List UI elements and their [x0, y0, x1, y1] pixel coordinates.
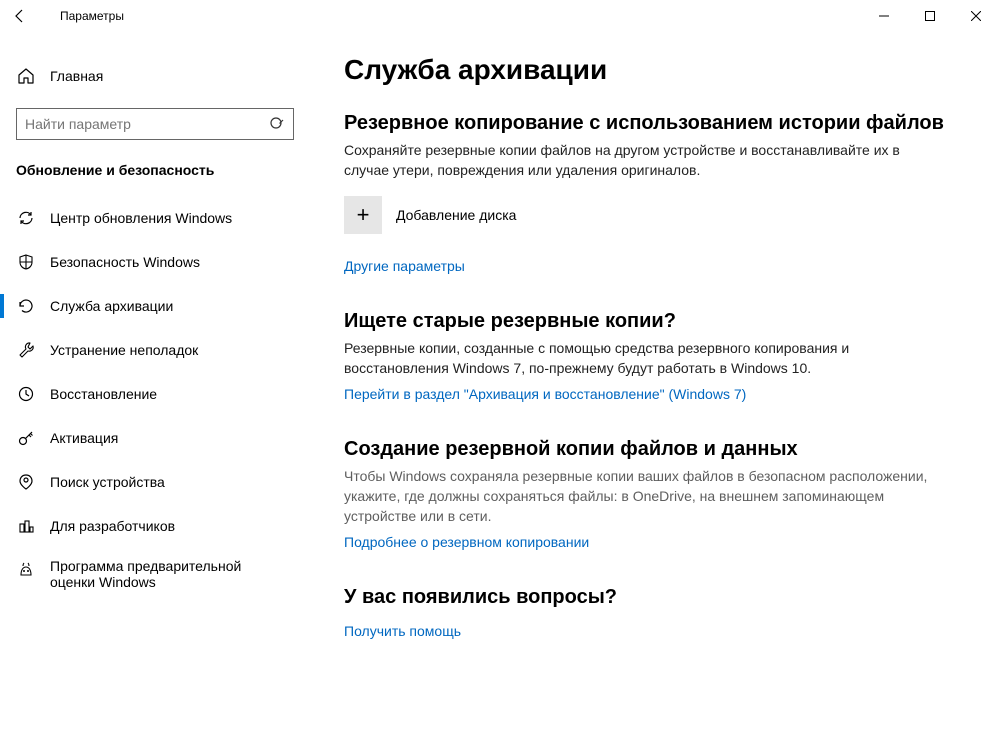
section-old-backups: Ищете старые резервные копии? Резервные … [344, 310, 975, 412]
backup-icon [16, 297, 36, 315]
developer-icon [16, 517, 36, 535]
sidebar-item-label: Центр обновления Windows [50, 210, 232, 226]
sidebar-item-label: Поиск устройства [50, 474, 165, 490]
sidebar-item-troubleshoot[interactable]: Устранение неполадок [0, 328, 320, 372]
section-questions: У вас появились вопросы? Получить помощь [344, 586, 975, 649]
search-box[interactable] [16, 108, 294, 140]
search-icon [269, 116, 285, 132]
sidebar-item-developers[interactable]: Для разработчиков [0, 504, 320, 548]
add-disk-label: Добавление диска [396, 207, 516, 223]
section-heading: У вас появились вопросы? [344, 586, 975, 609]
sidebar-item-label: Программа предварительной оценки Windows [50, 558, 290, 590]
sidebar-item-windows-update[interactable]: Центр обновления Windows [0, 196, 320, 240]
home-label: Главная [50, 68, 103, 84]
wrench-icon [16, 341, 36, 359]
sidebar-item-backup[interactable]: Служба архивации [0, 284, 320, 328]
win7-backup-link[interactable]: Перейти в раздел "Архивация и восстановл… [344, 386, 746, 402]
window-title: Параметры [60, 9, 124, 23]
sidebar-item-label: Восстановление [50, 386, 157, 402]
key-icon [16, 429, 36, 447]
more-options-link[interactable]: Другие параметры [344, 258, 465, 274]
sidebar-item-find-device[interactable]: Поиск устройства [0, 460, 320, 504]
sidebar-item-label: Безопасность Windows [50, 254, 200, 270]
sidebar-item-label: Для разработчиков [50, 518, 175, 534]
sidebar: Главная Обновление и безопасность Центр … [0, 32, 320, 736]
recovery-icon [16, 385, 36, 403]
home-icon [16, 67, 36, 85]
sync-icon [16, 209, 36, 227]
minimize-button[interactable] [861, 0, 907, 32]
close-button[interactable] [953, 0, 999, 32]
titlebar: Параметры [0, 0, 999, 32]
maximize-button[interactable] [907, 0, 953, 32]
learn-more-link[interactable]: Подробнее о резервном копировании [344, 534, 589, 550]
search-input[interactable] [25, 116, 269, 132]
sidebar-item-label: Устранение неполадок [50, 342, 198, 358]
insider-icon [16, 560, 36, 578]
sidebar-item-label: Служба архивации [50, 298, 173, 314]
home-link[interactable]: Главная [16, 56, 320, 96]
find-device-icon [16, 473, 36, 491]
back-button[interactable] [12, 8, 44, 24]
get-help-link[interactable]: Получить помощь [344, 623, 461, 639]
main-content: Служба архивации Резервное копирование с… [320, 32, 999, 736]
plus-icon: + [344, 196, 382, 234]
sidebar-item-insider[interactable]: Программа предварительной оценки Windows [0, 548, 320, 600]
window-controls [861, 0, 999, 32]
add-disk-button[interactable]: + Добавление диска [344, 196, 975, 234]
sidebar-item-label: Активация [50, 430, 118, 446]
section-body: Резервные копии, созданные с помощью сре… [344, 339, 944, 378]
sidebar-category: Обновление и безопасность [16, 162, 320, 178]
section-backup-files: Создание резервной копии файлов и данных… [344, 438, 975, 560]
section-file-history: Резервное копирование с использованием и… [344, 112, 975, 284]
section-body: Чтобы Windows сохраняла резервные копии … [344, 467, 944, 526]
section-body: Сохраняйте резервные копии файлов на дру… [344, 141, 944, 180]
section-heading: Создание резервной копии файлов и данных [344, 438, 975, 461]
sidebar-item-windows-security[interactable]: Безопасность Windows [0, 240, 320, 284]
section-heading: Резервное копирование с использованием и… [344, 112, 975, 135]
sidebar-item-recovery[interactable]: Восстановление [0, 372, 320, 416]
shield-icon [16, 253, 36, 271]
section-heading: Ищете старые резервные копии? [344, 310, 975, 333]
sidebar-item-activation[interactable]: Активация [0, 416, 320, 460]
page-title: Служба архивации [344, 54, 975, 86]
